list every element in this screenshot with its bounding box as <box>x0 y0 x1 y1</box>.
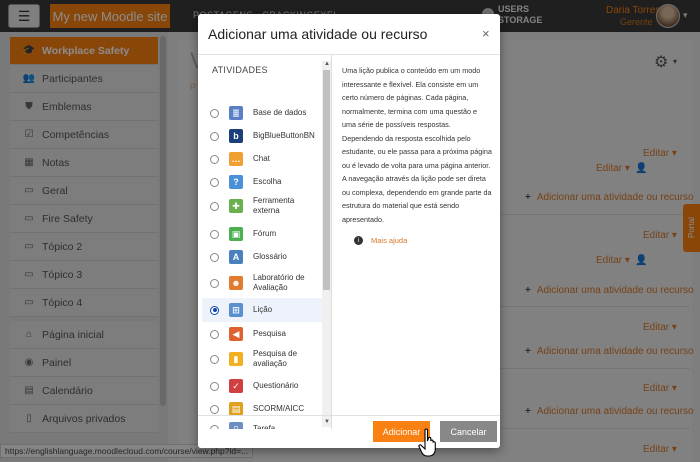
activity-radio[interactable] <box>210 381 219 391</box>
activity-label: Pesquisa <box>253 329 286 338</box>
activity-option[interactable]: ✚ Ferramenta externa <box>202 189 322 223</box>
activity-label: BigBlueButtonBN <box>253 131 315 140</box>
scorm-icon: ▤ <box>229 402 243 416</box>
activity-label: Pesquisa de avaliação <box>253 349 298 368</box>
dialog-title: Adicionar uma atividade ou recurso <box>208 26 428 42</box>
activity-option[interactable]: ≣ Base de dados <box>202 101 322 125</box>
activity-option[interactable]: … Chat <box>202 147 322 171</box>
help-row: i Mais ajuda <box>354 236 407 245</box>
cancel-button[interactable]: Cancelar <box>440 421 497 442</box>
activity-option[interactable]: b BigBlueButtonBN <box>202 124 322 148</box>
activity-radio[interactable] <box>210 108 219 118</box>
activity-radio[interactable] <box>210 131 219 141</box>
activity-label: Glossário <box>253 252 287 261</box>
activity-label: Escolha <box>253 177 282 186</box>
activity-chooser-dialog: Adicionar uma atividade ou recurso × ATI… <box>198 14 500 448</box>
scrollbar-thumb[interactable] <box>323 70 330 290</box>
close-icon[interactable]: × <box>482 26 490 41</box>
assignment-icon: ▯ <box>229 422 243 429</box>
activity-radio[interactable] <box>210 252 219 262</box>
activity-label: Ferramenta externa <box>253 196 295 215</box>
hand-cursor-icon <box>418 428 436 457</box>
activity-label: SCORM/AICC <box>253 404 305 413</box>
scroll-up-icon[interactable]: ▲ <box>324 61 330 67</box>
activity-radio[interactable] <box>210 404 219 414</box>
activity-label: Fórum <box>253 229 277 238</box>
list-header: ATIVIDADES <box>212 65 268 75</box>
activity-option[interactable]: ▣ Fórum <box>202 222 322 246</box>
activity-radio[interactable] <box>210 201 219 211</box>
workshop-icon: ☻ <box>229 276 243 290</box>
bigbluebutton-icon: b <box>229 129 243 143</box>
activity-radio[interactable] <box>210 177 219 187</box>
activity-option[interactable]: ⊞ Lição <box>202 298 322 322</box>
activity-radio[interactable] <box>210 354 219 364</box>
activity-option[interactable]: ✓ Questionário <box>202 374 322 398</box>
activity-radio[interactable] <box>210 278 219 288</box>
megaphone-icon: ◀ <box>229 327 243 341</box>
lesson-icon: ⊞ <box>229 303 243 317</box>
activity-option[interactable]: ▮ Pesquisa de avaliação <box>202 342 322 376</box>
activity-option[interactable]: ▯ Tarefa <box>202 417 322 429</box>
quiz-icon: ✓ <box>229 379 243 393</box>
activity-radio[interactable] <box>210 329 219 339</box>
scroll-down-icon[interactable]: ▼ <box>324 419 330 425</box>
chat-icon: … <box>229 152 243 166</box>
activity-radio[interactable] <box>210 154 219 164</box>
activity-radio[interactable] <box>210 424 219 429</box>
activity-label: Tarefa <box>253 424 276 429</box>
activity-label: Lição <box>253 305 273 314</box>
activity-label: Chat <box>253 154 270 163</box>
divider <box>198 415 500 416</box>
activity-description: Uma lição publica o conteúdo em um modo … <box>342 66 492 224</box>
activity-radio[interactable] <box>210 305 219 315</box>
glossary-icon: A <box>229 250 243 264</box>
activity-radio[interactable] <box>210 229 219 239</box>
activity-label: Questionário <box>253 381 299 390</box>
puzzle-icon: ✚ <box>229 199 243 213</box>
forum-icon: ▣ <box>229 227 243 241</box>
bar-chart-icon: ▮ <box>229 352 243 366</box>
activity-option[interactable]: ☻ Laboratório de Avaliação <box>202 266 322 300</box>
activity-label: Laboratório de Avaliação <box>253 273 305 292</box>
activity-label: Base de dados <box>253 108 307 117</box>
activity-list[interactable]: ATIVIDADES ≣ Base de dados b BigBlueButtonB… <box>198 55 332 429</box>
more-help-link[interactable]: Mais ajuda <box>371 236 407 245</box>
info-icon: i <box>354 236 363 245</box>
question-icon: ? <box>229 175 243 189</box>
database-icon: ≣ <box>229 106 243 120</box>
